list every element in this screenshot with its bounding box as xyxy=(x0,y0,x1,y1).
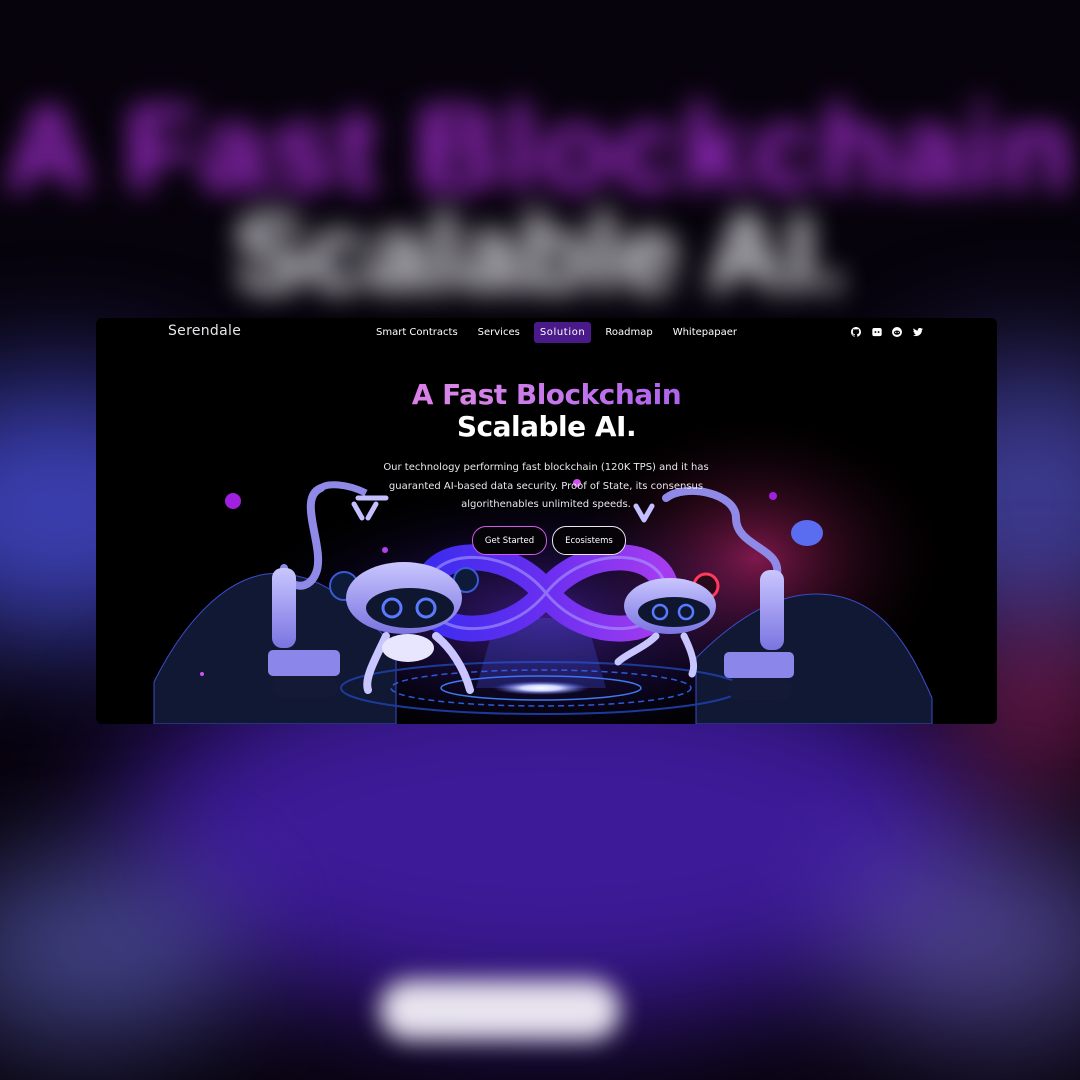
orb-tiny-left xyxy=(200,672,204,676)
left-arm-wheel xyxy=(272,676,338,698)
right-arm-wheel xyxy=(728,678,792,700)
left-arm-base xyxy=(272,568,296,648)
left-arm-upper xyxy=(318,481,368,497)
right-arm-foot xyxy=(724,652,794,678)
left-robot-body xyxy=(382,634,434,662)
orb-small-left xyxy=(382,547,388,553)
orb-small-right xyxy=(769,492,777,500)
left-arm-foot xyxy=(268,650,340,676)
right-arm-base xyxy=(760,570,784,650)
platform-light xyxy=(493,681,589,695)
orb-purple-left xyxy=(225,493,241,509)
backdrop-button-blur xyxy=(380,980,620,1040)
hero-description: Our technology performing fast blockchai… xyxy=(379,459,713,515)
backdrop-title-line2: Scalable AI. xyxy=(233,192,847,315)
right-robot-face xyxy=(638,597,710,627)
ecosystems-button[interactable]: Ecosistems xyxy=(552,526,626,555)
hero-illustration xyxy=(153,408,956,724)
website-card: Serendale Smart Contracts Services Solut… xyxy=(96,318,997,724)
hero-description-line3: algorithenables unlimited speeds. xyxy=(461,499,631,510)
hero-description-line2: guaranted AI-based data security. Proof … xyxy=(388,480,704,492)
get-started-button[interactable]: Get Started xyxy=(472,526,547,555)
hero-description-line1: Our technology performing fast blockchai… xyxy=(383,462,709,473)
orb-blue-right xyxy=(791,520,823,546)
left-robot-face xyxy=(366,588,454,628)
